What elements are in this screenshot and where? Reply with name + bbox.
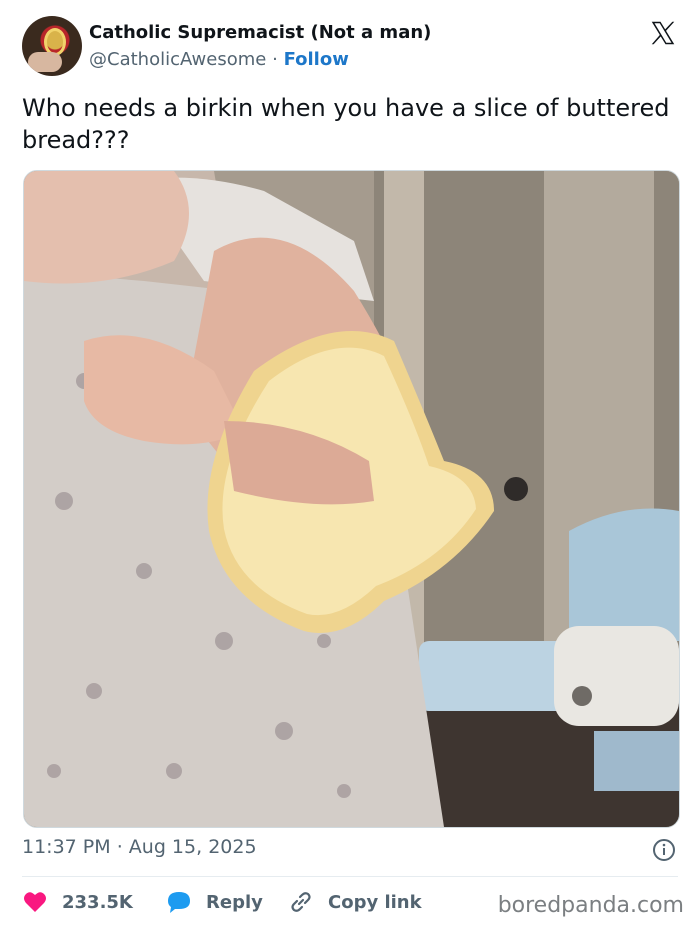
speech-bubble-icon [166, 889, 192, 915]
link-icon [288, 889, 314, 915]
separator-dot: · [272, 49, 278, 70]
tweet-header: Catholic Supremacist (Not a man) @Cathol… [22, 16, 682, 78]
watermark: boredpanda.com [497, 893, 684, 918]
avatar[interactable] [22, 16, 82, 76]
tweet-date: Aug 15, 2025 [128, 836, 257, 858]
heart-icon [22, 889, 48, 915]
timestamp[interactable]: 11:37 PM · Aug 15, 2025 [22, 836, 257, 858]
tweet-text: Who needs a birkin when you have a slice… [22, 94, 670, 154]
separator-dot: · [116, 836, 123, 858]
divider [22, 876, 678, 877]
tweet-photo[interactable] [23, 170, 680, 828]
info-icon[interactable] [652, 838, 676, 862]
copy-link-label: Copy link [328, 891, 422, 913]
photo-baby-holding-bread [24, 171, 679, 827]
follow-button[interactable]: Follow [284, 49, 349, 70]
reply-label: Reply [206, 891, 263, 913]
like-count: 233.5K [62, 891, 133, 913]
avatar-hand-shape [28, 52, 62, 72]
user-handle[interactable]: @CatholicAwesome [89, 49, 266, 70]
reply-button[interactable]: Reply [166, 884, 263, 920]
x-logo-icon[interactable] [648, 18, 678, 48]
display-name[interactable]: Catholic Supremacist (Not a man) [89, 22, 431, 43]
tweet-time: 11:37 PM [22, 836, 111, 858]
handle-line: @CatholicAwesome · Follow [89, 49, 349, 70]
copy-link-button[interactable]: Copy link [288, 884, 422, 920]
like-button[interactable]: 233.5K [22, 884, 133, 920]
